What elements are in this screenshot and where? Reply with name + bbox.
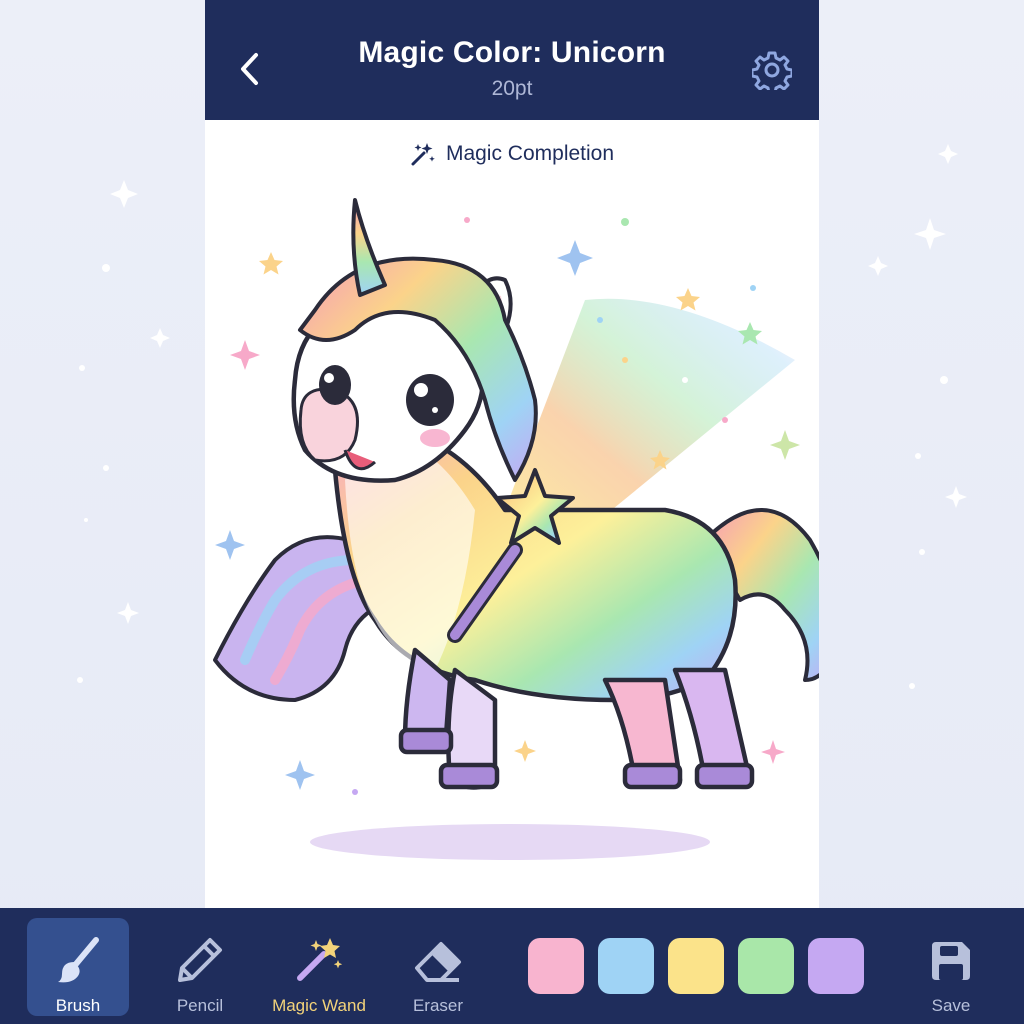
ground-shadow bbox=[310, 824, 710, 860]
magic-wand-icon bbox=[297, 938, 343, 981]
floppy-disk-icon bbox=[932, 942, 970, 980]
eraser-tool-label: Eraser bbox=[412, 996, 464, 1015]
coloring-canvas[interactable] bbox=[205, 180, 819, 880]
color-swatch-yellow[interactable] bbox=[668, 938, 724, 994]
magic-completion-label: Magic Completion bbox=[445, 142, 615, 165]
gear-icon bbox=[752, 51, 792, 90]
magic-wand-tool-button[interactable]: Magic Wand bbox=[268, 918, 370, 1016]
brush-icon bbox=[58, 937, 99, 983]
page-subtitle: 20pt bbox=[491, 77, 533, 100]
unicorn-horn bbox=[351, 198, 387, 297]
save-label: Save bbox=[931, 996, 971, 1015]
magic-wand-tool-label: Magic Wand bbox=[272, 996, 366, 1015]
bottom-toolbar: Brush Pencil Magic Wand Eraser Save bbox=[0, 908, 1024, 1024]
pencil-tool-label: Pencil bbox=[176, 996, 224, 1015]
eraser-tool-button[interactable]: Eraser bbox=[387, 918, 489, 1016]
color-swatch-green[interactable] bbox=[738, 938, 794, 994]
color-swatch-pink[interactable] bbox=[528, 938, 584, 994]
settings-button[interactable] bbox=[749, 47, 795, 93]
save-button[interactable]: Save bbox=[900, 918, 1002, 1016]
page-title: Magic Color: Unicorn bbox=[358, 36, 666, 69]
eraser-icon bbox=[415, 942, 461, 982]
pencil-tool-button[interactable]: Pencil bbox=[149, 918, 251, 1016]
color-swatch-blue[interactable] bbox=[598, 938, 654, 994]
magic-wand-sparkle-icon bbox=[411, 143, 435, 166]
brush-tool-button[interactable]: Brush bbox=[27, 918, 129, 1016]
magic-completion-banner: Magic Completion bbox=[205, 138, 819, 170]
unicorn-cheek bbox=[420, 429, 450, 447]
app-header: Magic Color: Unicorn 20pt bbox=[205, 0, 819, 120]
coloring-screen: Magic Color: Unicorn 20pt Magic Completi… bbox=[205, 0, 819, 908]
color-swatch-purple[interactable] bbox=[808, 938, 864, 994]
pencil-icon bbox=[178, 938, 222, 982]
brush-tool-label: Brush bbox=[55, 996, 101, 1015]
